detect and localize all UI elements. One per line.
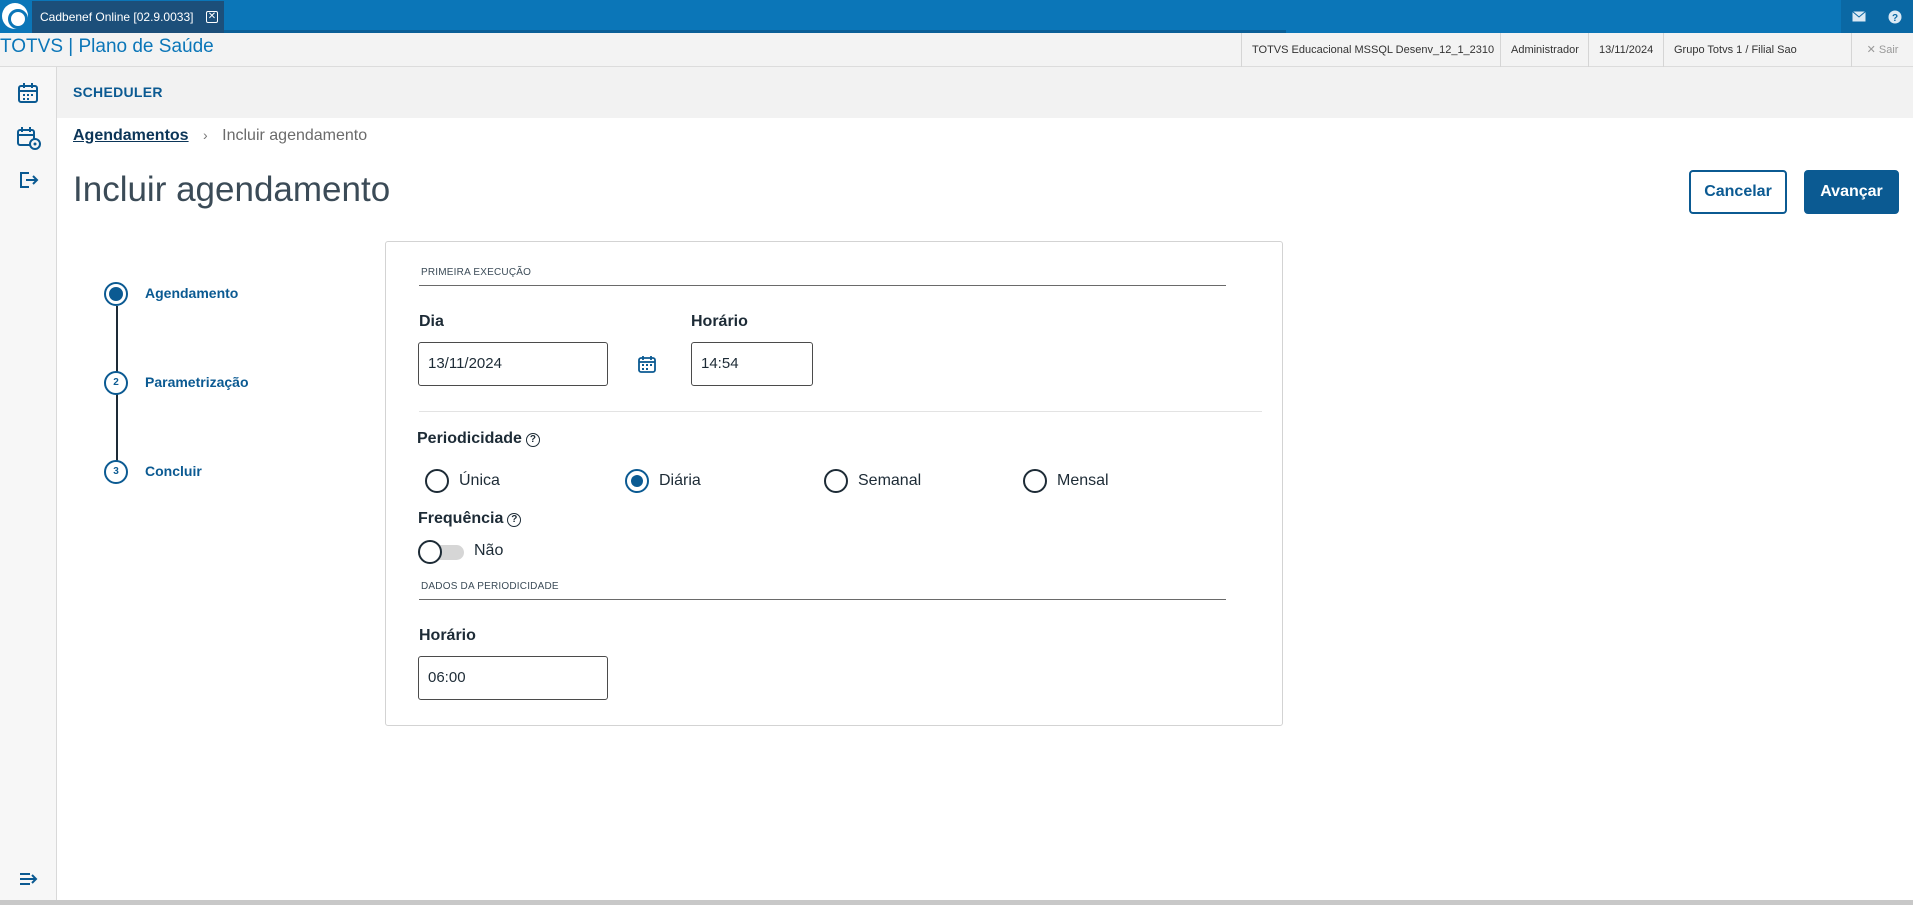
tab-close-icon[interactable]: ✕ (206, 11, 218, 23)
frequency-label: Frequência? (418, 510, 522, 528)
periodicity-label: Periodicidade? (417, 430, 540, 448)
calendar-icon[interactable] (14, 79, 42, 107)
app-header: TOTVS | Plano de Saúde TOTVS Educacional… (0, 33, 1913, 90)
day-label: Dia (419, 313, 444, 330)
side-menu (0, 67, 57, 905)
help-icon[interactable]: ? (1877, 0, 1913, 33)
tab-cadbenef[interactable]: Cadbenef Online [02.9.0033] ✕ (32, 1, 224, 33)
logout-label: Sair (1878, 44, 1899, 56)
breadcrumb-root-link[interactable]: Agendamentos (73, 127, 189, 144)
totvs-logo-icon[interactable] (2, 3, 28, 29)
time-label: Horário (691, 313, 748, 330)
radio-label: Única (459, 472, 500, 489)
divider (419, 411, 1262, 412)
radio-circle-icon (425, 469, 449, 493)
radio-circle-icon (1023, 469, 1047, 493)
close-icon: ✕ (1866, 44, 1876, 56)
module-label: SCHEDULER (73, 84, 163, 100)
section-rule (419, 285, 1226, 286)
section-rule (419, 599, 1226, 600)
frequency-toggle-label: Não (474, 542, 504, 559)
step-number: 3 (104, 460, 128, 484)
app-title: TOTVS | Plano de Saúde (0, 36, 214, 57)
step-agendamento[interactable]: Agendamento (104, 282, 344, 308)
breadcrumb: Agendamentos › Incluir agendamento (73, 127, 367, 145)
module-bar: SCHEDULER (57, 67, 1913, 118)
expand-menu-icon[interactable] (14, 865, 42, 893)
breadcrumb-current: Incluir agendamento (222, 127, 368, 144)
cancel-button[interactable]: Cancelar (1689, 170, 1787, 214)
step-active-icon (104, 282, 128, 306)
step-label: Concluir (145, 463, 202, 479)
stepper: Agendamento 2 Parametrização 3 Concluir (104, 282, 354, 492)
radio-label: Semanal (858, 472, 922, 489)
page-title: Incluir agendamento (73, 170, 391, 209)
schedule-form-card: PRIMEIRA EXECUÇÃO Dia 13/11/2024 Horário… (385, 241, 1283, 726)
period-time-label: Horário (419, 627, 476, 644)
logout-icon[interactable] (14, 166, 42, 194)
step-label: Parametrização (145, 374, 249, 390)
step-number: 2 (104, 371, 128, 395)
mail-icon[interactable] (1841, 0, 1877, 33)
day-input[interactable]: 13/11/2024 (418, 342, 608, 386)
radio-label: Diária (659, 472, 701, 489)
help-icon[interactable]: ? (507, 513, 522, 527)
calendar-settings-icon[interactable] (14, 123, 42, 151)
time-input[interactable]: 14:54 (691, 342, 813, 386)
radio-checked-icon (625, 469, 649, 493)
step-parametrizacao[interactable]: 2 Parametrização (104, 371, 344, 397)
section-title-periodicity-data: DADOS DA PERIODICIDADE (421, 581, 559, 592)
section-title-first-run: PRIMEIRA EXECUÇÃO (421, 267, 532, 278)
calendar-icon[interactable] (636, 353, 658, 375)
user-info: Administrador (1500, 33, 1589, 67)
frequency-label-text: Frequência (418, 510, 504, 527)
bottom-scroll-line (0, 900, 1913, 905)
top-tab-bar: Cadbenef Online [02.9.0033] ✕ ? (0, 0, 1913, 33)
step-label: Agendamento (145, 285, 239, 301)
frequency-toggle[interactable] (418, 540, 466, 564)
logout-button[interactable]: ✕ Sair (1851, 33, 1913, 67)
radio-label: Mensal (1057, 472, 1109, 489)
periodicity-label-text: Periodicidade (417, 430, 522, 447)
help-icon[interactable]: ? (525, 433, 540, 447)
environment-info: TOTVS Educacional MSSQL Desenv_12_1_2310 (1241, 33, 1504, 67)
radio-circle-icon (824, 469, 848, 493)
toggle-knob (418, 540, 442, 564)
step-concluir[interactable]: 3 Concluir (104, 460, 344, 486)
svg-text:?: ? (1892, 13, 1898, 24)
chevron-right-icon: › (203, 127, 208, 143)
date-info: 13/11/2024 (1588, 33, 1663, 67)
tab-label: Cadbenef Online [02.9.0033] (40, 10, 194, 24)
branch-info: Grupo Totvs 1 / Filial Sao Paul (1663, 33, 1825, 90)
period-time-input[interactable]: 06:00 (418, 656, 608, 700)
next-button[interactable]: Avançar (1804, 170, 1899, 214)
